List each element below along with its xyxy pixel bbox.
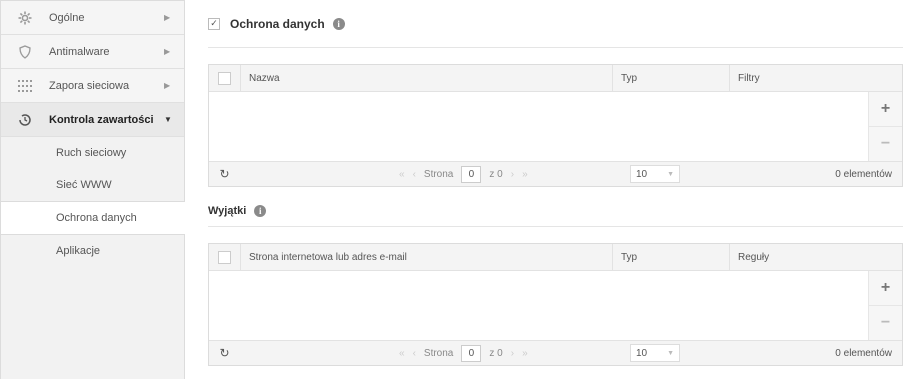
column-header-website[interactable]: Strona internetowa lub adres e-mail — [240, 243, 612, 271]
content-control-icon — [1, 113, 49, 127]
sidebar-item-content-control[interactable]: Kontrola zawartości ▼ — [1, 103, 184, 137]
page-label: Strona — [423, 347, 454, 359]
shield-icon — [1, 44, 49, 59]
column-header-type[interactable]: Typ — [612, 64, 729, 92]
main-panel: ✓ Ochrona danych i Nazwa Typ Filtry + − … — [208, 0, 903, 366]
add-button[interactable]: + — [869, 271, 902, 305]
pager: « ‹ Strona 0 z 0 › » — [399, 344, 528, 362]
sidebar-item-label: Antimalware — [49, 45, 110, 58]
remove-button[interactable]: − — [869, 126, 902, 160]
exceptions-header: Wyjątki i — [208, 195, 903, 227]
page-size-select[interactable]: 10 ▼ — [630, 344, 680, 362]
column-header-type[interactable]: Typ — [612, 243, 729, 271]
first-page-icon[interactable]: « — [399, 348, 405, 359]
column-header-filters[interactable]: Filtry — [729, 64, 902, 92]
page-size-value: 10 — [636, 347, 648, 359]
grid-body: + − — [209, 271, 902, 340]
sidebar: Ogólne ▶ Antimalware ▶ Zapora sieciowa ▶… — [0, 0, 185, 379]
chevron-down-icon: ▼ — [164, 115, 172, 124]
info-icon[interactable]: i — [332, 17, 345, 30]
sidebar-item-firewall[interactable]: Zapora sieciowa ▶ — [1, 69, 184, 103]
select-all-checkbox[interactable] — [209, 250, 240, 264]
page-of-label: z 0 — [489, 347, 503, 359]
sidebar-subitem-data-protection[interactable]: Ochrona danych — [1, 201, 185, 235]
prev-page-icon[interactable]: ‹ — [413, 169, 416, 180]
firewall-icon — [1, 79, 49, 92]
page-input[interactable]: 0 — [461, 165, 482, 183]
next-page-icon[interactable]: › — [511, 348, 514, 359]
chevron-right-icon: ▶ — [164, 47, 171, 56]
pager: « ‹ Strona 0 z 0 › » — [399, 165, 528, 183]
grid-header: Nazwa Typ Filtry — [209, 64, 902, 92]
sidebar-subitem-web[interactable]: Sieć WWW — [1, 169, 184, 201]
column-header-rules[interactable]: Reguły — [729, 243, 902, 271]
page-size-value: 10 — [636, 168, 648, 180]
chevron-right-icon: ▶ — [164, 81, 171, 90]
grid-body: + − — [209, 92, 902, 161]
grid-action-buttons: + − — [868, 92, 902, 161]
page-of-label: z 0 — [489, 168, 503, 180]
data-protection-grid: Nazwa Typ Filtry + − ↻ « ‹ Strona 0 z 0 … — [208, 64, 903, 187]
item-count: 0 elementów — [835, 347, 892, 359]
info-icon[interactable]: i — [254, 204, 267, 217]
grid-action-buttons: + − — [868, 271, 902, 340]
refresh-icon[interactable]: ↻ — [209, 167, 240, 181]
last-page-icon[interactable]: » — [522, 348, 528, 359]
caret-down-icon: ▼ — [667, 349, 674, 357]
next-page-icon[interactable]: › — [511, 169, 514, 180]
section-title: Ochrona danych — [230, 16, 325, 31]
sidebar-item-label: Kontrola zawartości — [49, 113, 154, 126]
last-page-icon[interactable]: » — [522, 169, 528, 180]
data-protection-checkbox[interactable]: ✓ — [208, 17, 220, 30]
page-input[interactable]: 0 — [461, 344, 482, 362]
page-size-select[interactable]: 10 ▼ — [630, 165, 680, 183]
grid-footer: ↻ « ‹ Strona 0 z 0 › » 10 ▼ 0 elementów — [209, 161, 902, 186]
gear-icon — [1, 11, 49, 25]
add-button[interactable]: + — [869, 92, 902, 126]
refresh-icon[interactable]: ↻ — [209, 346, 240, 360]
sidebar-item-general[interactable]: Ogólne ▶ — [1, 1, 184, 35]
exceptions-grid: Strona internetowa lub adres e-mail Typ … — [208, 243, 903, 366]
sidebar-subitem-applications[interactable]: Aplikacje — [1, 235, 184, 267]
section-header: ✓ Ochrona danych i — [208, 0, 903, 48]
remove-button[interactable]: − — [869, 305, 902, 339]
first-page-icon[interactable]: « — [399, 169, 405, 180]
page-label: Strona — [423, 168, 454, 180]
sidebar-item-label: Ogólne — [49, 11, 85, 24]
sidebar-item-label: Zapora sieciowa — [49, 79, 130, 92]
sidebar-subitem-network-traffic[interactable]: Ruch sieciowy — [1, 137, 184, 169]
caret-down-icon: ▼ — [667, 170, 674, 178]
grid-footer: ↻ « ‹ Strona 0 z 0 › » 10 ▼ 0 elementów — [209, 340, 902, 365]
chevron-right-icon: ▶ — [164, 13, 171, 22]
item-count: 0 elementów — [835, 168, 892, 180]
column-header-name[interactable]: Nazwa — [240, 64, 612, 92]
exceptions-title: Wyjątki — [208, 204, 247, 217]
select-all-checkbox[interactable] — [209, 71, 240, 85]
sidebar-item-antimalware[interactable]: Antimalware ▶ — [1, 35, 184, 69]
grid-header: Strona internetowa lub adres e-mail Typ … — [209, 243, 902, 271]
prev-page-icon[interactable]: ‹ — [413, 348, 416, 359]
